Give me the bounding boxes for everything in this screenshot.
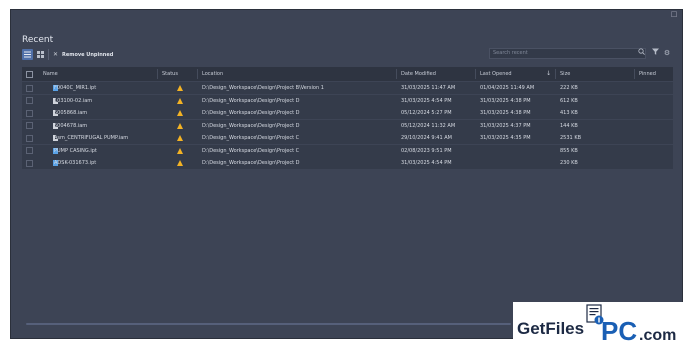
watermark-text-com: .com [639,327,676,344]
column-header-pinned[interactable]: Pinned [639,67,656,81]
settings-gear-icon[interactable]: ⚙ [662,48,672,59]
cell-location: D:\Design_Workspace\Design\Project D [202,97,300,104]
sort-descending-icon[interactable]: ↓ [546,67,551,81]
table-header: Name Status Location Date Modified Last … [22,67,673,81]
column-divider[interactable] [634,69,635,79]
column-header-location[interactable]: Location [202,67,223,81]
cell-date-modified: 05/12/2024 5:27 PM [401,110,452,116]
page-title: Recent [22,35,54,45]
cell-date-modified: 02/08/2023 9:51 PM [401,147,452,154]
cell-location: D:\Design_Workspace\Design\Project B\Ver… [202,85,324,91]
column-divider[interactable] [197,69,198,79]
warning-icon [177,85,183,91]
cell-name: 103100-02.iam [54,97,93,104]
watermark-text-get: GetFiles [517,319,584,338]
cell-size: 230 KB [560,160,578,166]
cell-size: 855 KB [560,147,578,154]
list-icon [24,51,31,58]
table-row[interactable]: F0040C_MIR1.ipt D:\Design_Workspace\Desig… [22,82,673,94]
cell-name: 5004678.iam [54,122,88,129]
recent-window: □ Recent ✕ Remove Unpinned Search recent… [10,9,683,339]
cell-size: 144 KB [560,122,578,129]
warning-icon [177,160,183,166]
row-checkbox[interactable] [26,134,33,142]
grid-view-button[interactable] [35,49,46,60]
cell-date-modified: 31/03/2025 11:47 AM [401,85,456,91]
cell-last-opened: 31/03/2025 4:38 PM [480,110,531,116]
row-checkbox[interactable] [26,97,33,104]
column-divider[interactable] [157,69,158,79]
grid-icon [37,51,44,58]
window-title-bar: □ [11,10,682,20]
cell-last-opened: 31/03/2025 4:35 PM [480,135,531,141]
remove-unpinned-button[interactable]: ✕ Remove Unpinned [53,49,113,60]
search-icon[interactable] [636,48,646,59]
remove-unpinned-label: Remove Unpinned [62,51,114,58]
warning-icon [177,135,183,141]
getfilespc-watermark: GetFiles PC .com [513,302,683,346]
table-row[interactable]: ADSK-031673.ipt D:\Design_Workspace\Desig… [22,157,673,169]
cell-size: 612 KB [560,97,578,104]
column-header-size[interactable]: Size [560,67,570,81]
table-row[interactable]: PUMP CASING.ipt D:\Design_Workspace\Desig… [22,144,673,157]
warning-icon [177,147,183,154]
cell-last-opened: 01/04/2025 11:49 AM [480,85,535,91]
filter-icon[interactable] [650,48,660,59]
cell-date-modified: 31/03/2025 4:54 PM [401,97,452,104]
row-checkbox[interactable] [26,159,33,167]
table-row[interactable]: 103100-02.iam D:\Design_Workspace\Design\… [22,94,673,107]
column-divider[interactable] [396,69,397,79]
cell-date-modified: 31/03/2025 4:54 PM [401,160,452,166]
column-divider[interactable] [475,69,476,79]
watermark-text-pc: PC [601,316,637,346]
column-header-name[interactable]: Name [43,67,58,81]
warning-icon [177,97,183,104]
maximize-icon[interactable]: □ [670,10,678,18]
row-checkbox[interactable] [26,84,33,92]
toolbar-divider [48,49,49,60]
warning-icon [177,122,183,129]
cell-date-modified: 29/10/2024 9:41 AM [401,135,452,141]
table-row[interactable]: 5004678.iam D:\Design_Workspace\Design\Pr… [22,119,673,132]
column-header-status[interactable]: Status [162,67,178,81]
cell-date-modified: 05/12/2024 11:32 AM [401,122,456,129]
cell-name: Asm_CENTRIFUGAL PUMP.iam [54,135,129,141]
cell-location: D:\Design_Workspace\Design\Project C [202,147,300,154]
row-checkbox[interactable] [26,147,33,154]
cell-name: PUMP CASING.ipt [54,147,97,154]
cell-size: 222 KB [560,85,578,91]
cell-last-opened: 31/03/2025 4:37 PM [480,122,531,129]
cell-name: F0040C_MIR1.ipt [54,85,97,91]
cell-last-opened: 31/03/2025 4:38 PM [480,97,531,104]
row-checkbox[interactable] [26,109,33,117]
cell-size: 2531 KB [560,135,582,141]
cell-name: ADSK-031673.ipt [54,160,97,166]
cell-size: 413 KB [560,110,578,116]
column-header-last-opened[interactable]: Last Opened [480,67,512,81]
cell-location: D:\Design_Workspace\Design\Project D [202,160,300,166]
select-all-checkbox[interactable] [26,71,33,78]
cell-location: D:\Design_Workspace\Design\Project D [202,110,300,116]
row-checkbox[interactable] [26,122,33,129]
search-input[interactable]: Search recent [489,48,646,59]
getfilespc-logo: GetFiles PC .com [517,304,676,346]
cell-location: D:\Design_Workspace\Design\Project D [202,122,300,129]
list-view-button[interactable] [22,49,33,60]
warning-icon [177,110,183,116]
unpin-icon: ✕ [53,51,59,58]
cell-location: D:\Design_Workspace\Design\Project C [202,135,300,141]
table-row[interactable]: 5005868.iam D:\Design_Workspace\Design\Pr… [22,107,673,119]
horizontal-scrollbar[interactable] [26,323,511,325]
column-header-date-modified[interactable]: Date Modified [401,67,436,81]
cell-name: 5005868.iam [54,110,88,116]
column-divider[interactable] [555,69,556,79]
table-row[interactable]: Asm_CENTRIFUGAL PUMP.iam D:\Design_Worksp… [22,132,673,144]
